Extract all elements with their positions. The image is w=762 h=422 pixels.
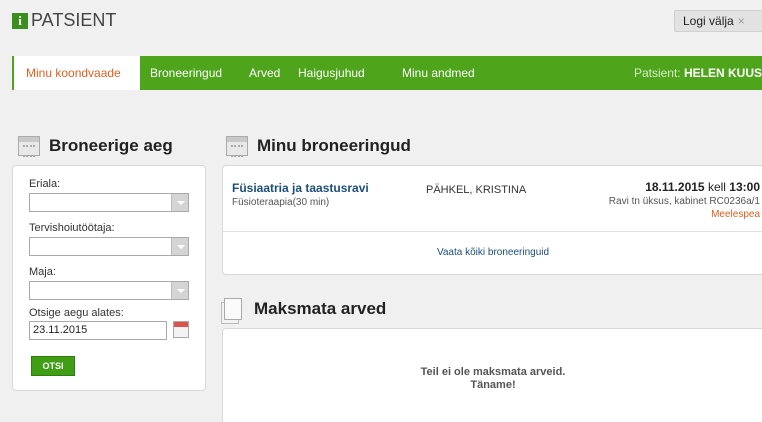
calendar-icon — [226, 136, 248, 157]
chevron-down-icon — [171, 238, 188, 255]
specialty-select[interactable] — [29, 193, 189, 212]
booking-time-label: kell — [707, 180, 726, 194]
empty-invoices-line2: Täname! — [470, 379, 516, 391]
logo: i PATSIENT — [12, 10, 116, 31]
calendar-add-icon — [18, 136, 40, 157]
search-section-title: Broneerige aeg — [18, 136, 173, 157]
nav-item-overview[interactable]: Minu koondvaade — [12, 56, 140, 90]
nav-item-cases[interactable]: Haigusjuhud — [298, 56, 365, 90]
top-bar: i PATSIENT Logi välja × — [0, 0, 762, 50]
chevron-down-icon — [171, 194, 188, 211]
specialty-label: Eriala: — [29, 178, 61, 190]
empty-invoices-line1: Teil ei ole maksmata arveid. — [420, 366, 566, 378]
booking-doctor: PÄHKEL, KRISTINA — [426, 184, 527, 196]
search-button[interactable]: OTSI — [31, 356, 75, 376]
bookings-panel: Füsiaatria ja taastusravi Füsioteraapia(… — [222, 165, 762, 275]
booking-time: 13:00 — [729, 180, 760, 194]
invoices-panel: Teil ei ole maksmata arveid. Täname! — [222, 328, 762, 422]
nav-item-invoices[interactable]: Arved — [249, 56, 280, 90]
logout-button[interactable]: Logi välja × — [674, 10, 762, 32]
close-icon: × — [737, 14, 745, 28]
document-icon — [221, 298, 242, 324]
booking-reminder-link[interactable]: Meelespea — [711, 209, 760, 220]
search-panel: Eriala: Tervishoiutöötaja: Maja: Otsige … — [12, 165, 206, 391]
logo-text: PATSIENT — [31, 10, 117, 30]
calendar-icon[interactable] — [173, 321, 189, 338]
building-select[interactable] — [29, 281, 189, 300]
patient-info: Patsient: HELEN KUUS — [634, 56, 762, 90]
booking-location: Ravi tn üksus, kabinet RC0236a/1 — [608, 196, 760, 207]
logout-label: Logi välja — [683, 14, 734, 28]
patient-name: HELEN KUUS — [683, 66, 762, 80]
invoices-title: Maksmata arved — [254, 299, 387, 318]
search-title: Broneerige aeg — [49, 136, 173, 155]
bookings-section-title: Minu broneeringud — [226, 136, 411, 157]
from-date-input[interactable]: 23.11.2015 — [29, 321, 167, 340]
worker-select[interactable] — [29, 237, 189, 256]
main-nav: Minu koondvaade Broneeringud Arved Haigu… — [12, 56, 762, 90]
divider — [223, 231, 762, 232]
nav-item-bookings[interactable]: Broneeringud — [150, 56, 222, 90]
bookings-title: Minu broneeringud — [257, 136, 411, 155]
view-all-bookings-link[interactable]: Vaata kõiki broneeringuid — [223, 247, 762, 258]
building-label: Maja: — [29, 266, 56, 278]
booking-detail: Füsioteraapia(30 min) — [232, 197, 330, 208]
patient-prefix: Patsient: — [633, 66, 681, 80]
booking-service[interactable]: Füsiaatria ja taastusravi — [232, 181, 369, 195]
chevron-down-icon — [171, 282, 188, 299]
nav-item-my-data[interactable]: Minu andmed — [402, 56, 475, 90]
worker-label: Tervishoiutöötaja: — [29, 222, 115, 234]
booking-datetime: 18.11.2015 kell 13:00 — [645, 180, 760, 194]
from-date-label: Otsige aegu alates: — [29, 307, 124, 319]
booking-date: 18.11.2015 — [645, 180, 705, 194]
invoices-section-title: Maksmata arved — [221, 298, 387, 324]
info-logo-icon: i — [12, 12, 28, 29]
